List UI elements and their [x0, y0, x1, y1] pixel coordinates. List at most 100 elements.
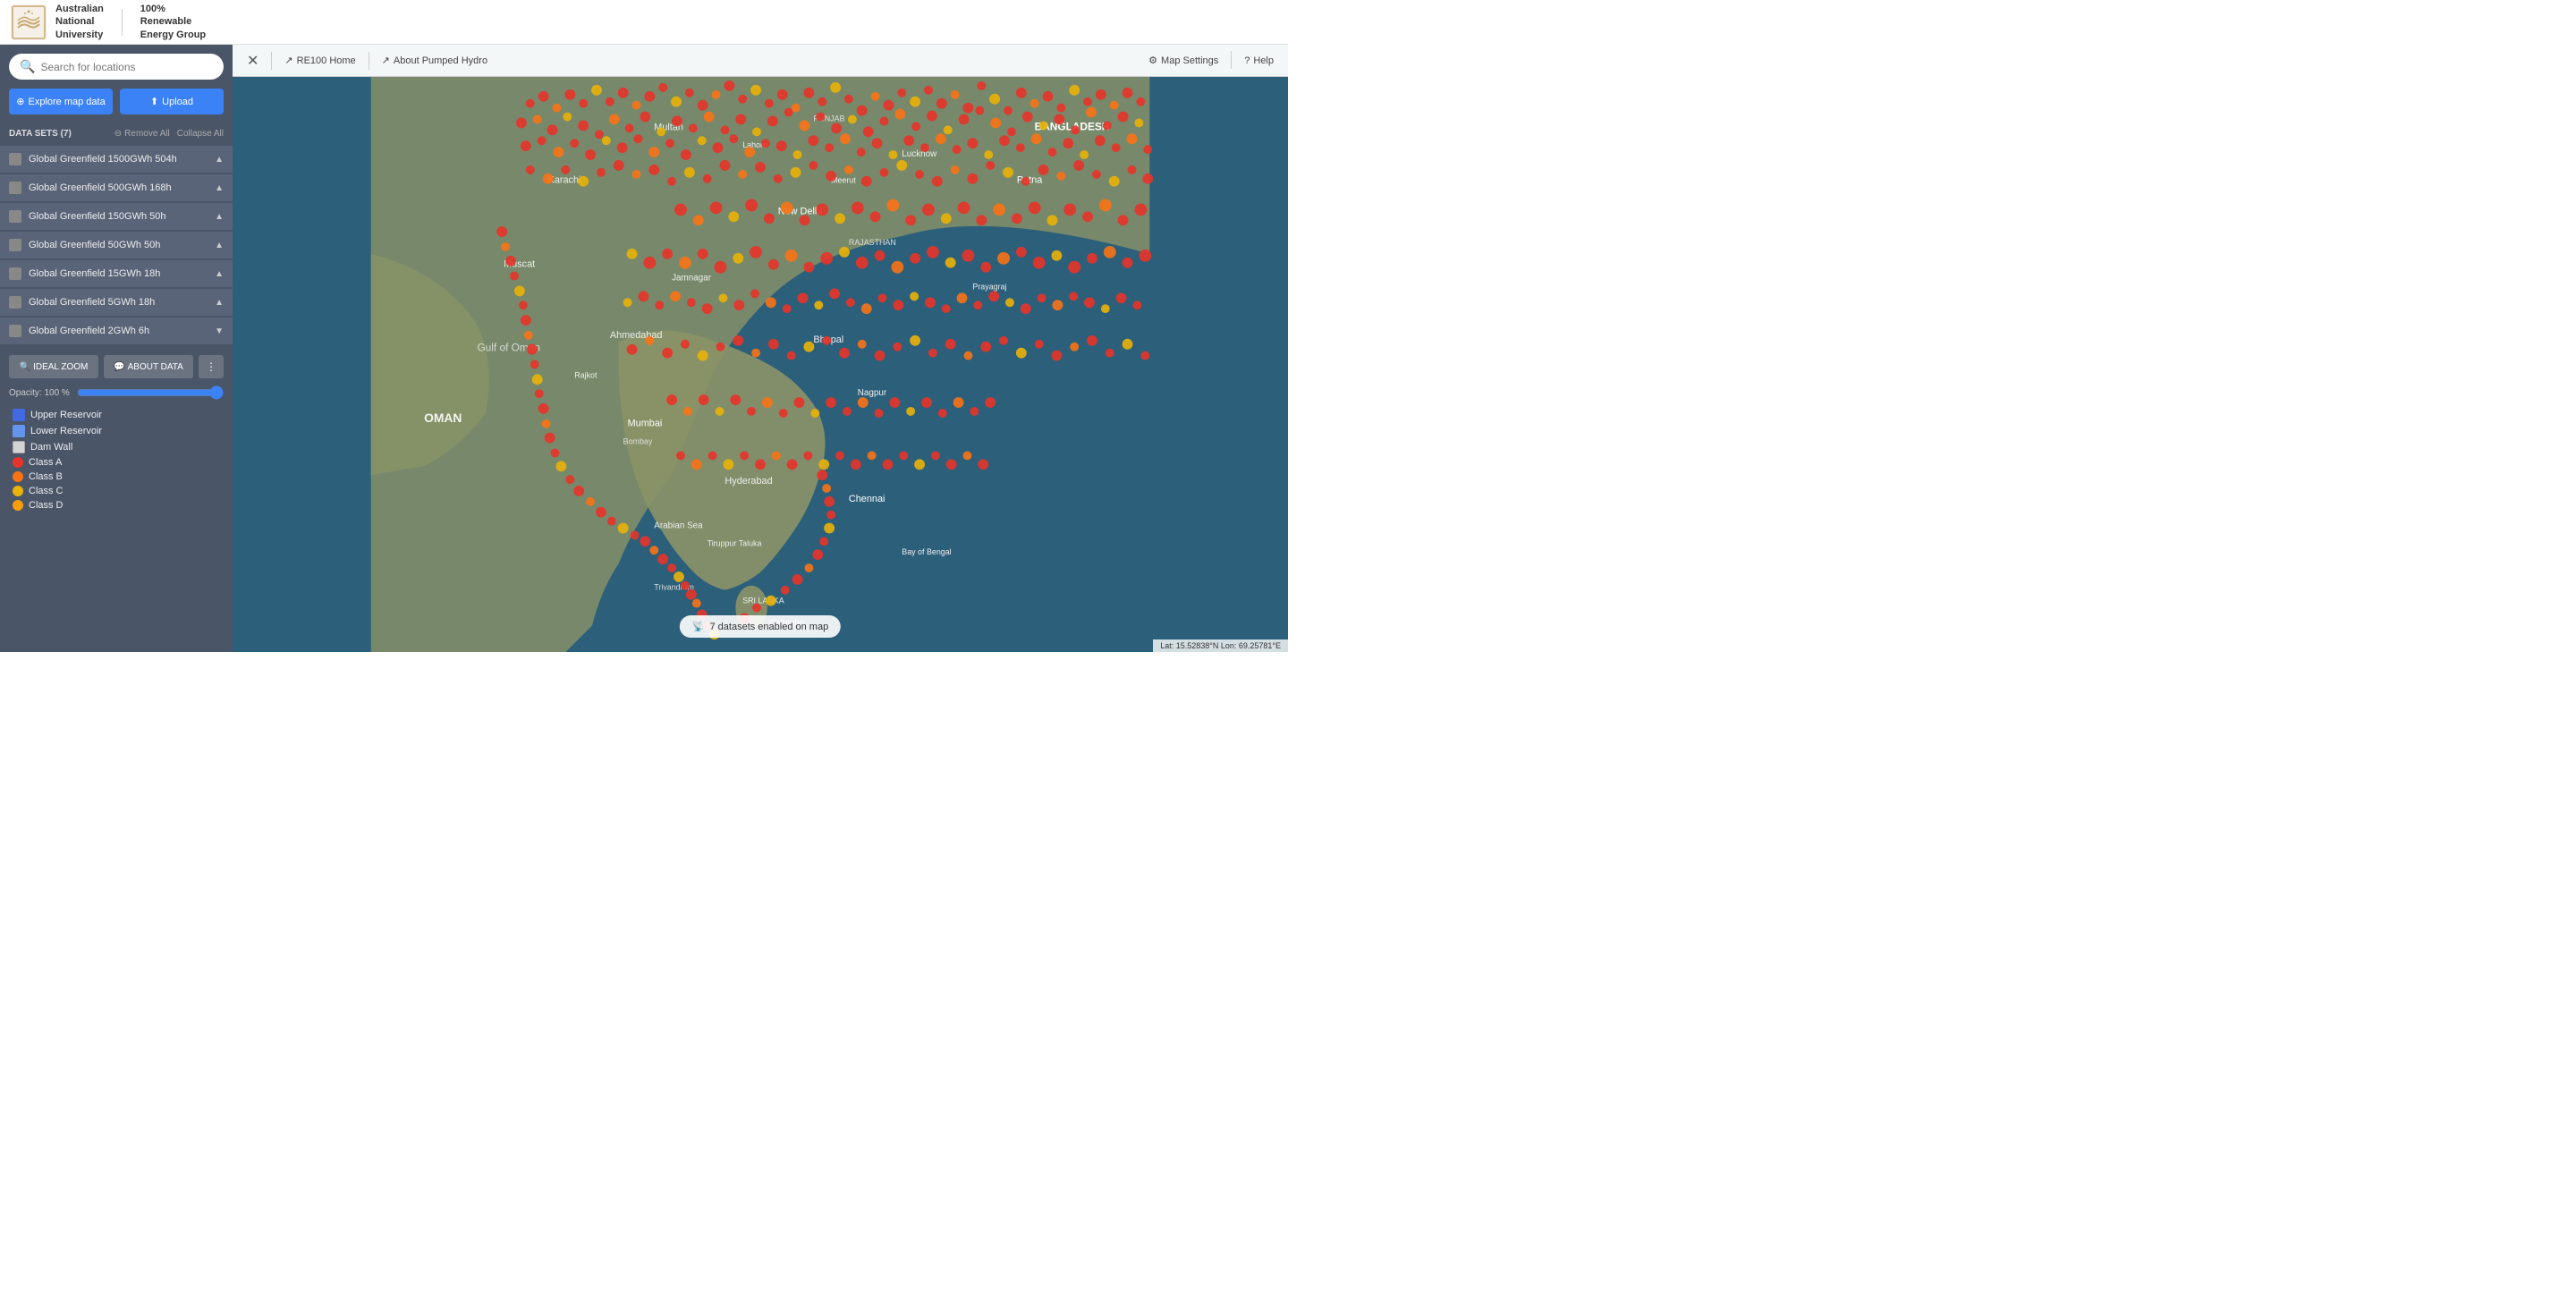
legend-class-a: Class A	[13, 457, 220, 468]
lower-reservoir-color	[13, 425, 25, 437]
dataset-item-3[interactable]: Global Greenfield 150GWh 50h ▲	[0, 203, 233, 230]
coords-text: Lat: 15.52838°N Lon: 69.25781°E	[1160, 641, 1281, 650]
map-visualization: Gulf of Oman OMAN Muscat Karachi Multan …	[233, 77, 1288, 652]
dataset-item-7[interactable]: Global Greenfield 2GWh 6h ▼	[0, 318, 233, 344]
class-a-color	[13, 457, 23, 468]
svg-text:Jamnagar: Jamnagar	[672, 274, 712, 284]
dataset-icon-1	[9, 153, 21, 165]
svg-text:Rajkot: Rajkot	[574, 370, 597, 379]
collapse-all-button[interactable]: Collapse All	[177, 129, 224, 139]
explore-label: Explore map data	[29, 97, 106, 107]
dataset-item-1[interactable]: Global Greenfield 1500GWh 504h ▲	[0, 146, 233, 173]
datasets-header: DATA SETS (7) ⊖ Remove All Collapse All	[0, 123, 233, 144]
re100-home-button[interactable]: ↗ RE100 Home	[279, 51, 360, 70]
class-c-label: Class C	[29, 486, 64, 496]
dataset-icon-5	[9, 267, 21, 280]
svg-text:Bay of Bengal: Bay of Bengal	[902, 547, 951, 556]
upload-button[interactable]: ⬆ Upload	[120, 89, 224, 114]
map-settings-label: Map Settings	[1161, 55, 1218, 66]
help-label: Help	[1253, 55, 1274, 66]
map-container[interactable]: ✕ ↗ RE100 Home ↗ About Pumped Hydro ⚙ Ma…	[233, 45, 1288, 652]
class-c-color	[13, 486, 23, 496]
explore-map-data-button[interactable]: ⊕ Explore map data	[9, 89, 113, 114]
opacity-slider[interactable]	[77, 385, 224, 400]
upper-reservoir-color	[13, 409, 25, 421]
dataset-item-5[interactable]: Global Greenfield 15GWh 18h ▲	[0, 260, 233, 287]
class-b-color	[13, 471, 23, 482]
datasets-actions: ⊖ Remove All Collapse All	[114, 129, 224, 139]
dataset-label-5: Global Greenfield 15GWh 18h	[29, 268, 160, 279]
dataset-badge-label: 7 datasets enabled on map	[709, 622, 828, 632]
search-box: 🔍	[9, 54, 224, 80]
dataset-item-2[interactable]: Global Greenfield 500GWh 168h ▲	[0, 174, 233, 201]
external-link-icon-2: ↗	[382, 55, 390, 66]
dataset-icon-4	[9, 239, 21, 251]
svg-text:SRI LANKA: SRI LANKA	[742, 597, 784, 605]
re100-home-label: RE100 Home	[297, 55, 356, 66]
anu-logo-icon	[11, 4, 47, 40]
search-input[interactable]	[40, 61, 213, 73]
svg-text:Hyderabad: Hyderabad	[724, 476, 772, 487]
header-divider	[122, 9, 123, 36]
map-close-button[interactable]: ✕	[242, 50, 264, 72]
legend-dam-wall: Dam Wall	[13, 441, 220, 453]
chevron-down-icon-7: ▼	[215, 326, 224, 336]
dataset-label-3: Global Greenfield 150GWh 50h	[29, 211, 165, 222]
chat-icon: 💬	[114, 362, 124, 372]
svg-text:Ahmedabad: Ahmedabad	[610, 330, 663, 341]
main-area: 🔍 ⊕ Explore map data ⬆ Upload DATA SETS …	[0, 45, 1288, 652]
ideal-zoom-button[interactable]: 🔍 IDEAL ZOOM	[9, 355, 98, 378]
chevron-up-icon-1: ▲	[215, 155, 224, 165]
dataset-icon-6	[9, 296, 21, 309]
datasets-count-label: DATA SETS (7)	[9, 129, 72, 139]
about-data-button[interactable]: 💬 ABOUT DATA	[104, 355, 193, 378]
svg-text:RAJASTHAN: RAJASTHAN	[849, 238, 896, 247]
dataset-item-6[interactable]: Global Greenfield 5GWh 18h ▲	[0, 289, 233, 316]
zoom-icon: 🔍	[20, 362, 30, 372]
dam-wall-color	[13, 441, 25, 453]
remove-all-label: Remove All	[124, 129, 170, 139]
legend-class-c: Class C	[13, 486, 220, 496]
logo-area: Australian National University 100% Rene…	[11, 3, 206, 41]
toolbar-divider-1	[271, 52, 272, 70]
svg-text:Nagpur: Nagpur	[858, 388, 887, 398]
remove-all-button[interactable]: ⊖ Remove All	[114, 129, 170, 139]
explore-plus-icon: ⊕	[16, 96, 24, 107]
legend-class-d: Class D	[13, 500, 220, 511]
map-settings-button[interactable]: ⚙ Map Settings	[1143, 51, 1224, 70]
more-icon: ⋮	[206, 360, 216, 373]
more-options-button[interactable]: ⋮	[199, 355, 224, 378]
dataset-item-4[interactable]: Global Greenfield 50GWh 50h ▲	[0, 232, 233, 258]
app-header: Australian National University 100% Rene…	[0, 0, 1288, 45]
remove-all-icon: ⊖	[114, 129, 122, 139]
coordinates-bar: Lat: 15.52838°N Lon: 69.25781°E	[1153, 639, 1288, 652]
chevron-up-icon-5: ▲	[215, 269, 224, 279]
upload-icon: ⬆	[150, 96, 158, 107]
legend-lower-reservoir: Lower Reservoir	[13, 425, 220, 437]
svg-text:Bombay: Bombay	[623, 437, 653, 446]
chevron-up-icon-2: ▲	[215, 183, 224, 193]
dataset-label-1: Global Greenfield 1500GWh 504h	[29, 154, 177, 165]
sidebar: 🔍 ⊕ Explore map data ⬆ Upload DATA SETS …	[0, 45, 233, 652]
class-a-label: Class A	[29, 457, 62, 468]
about-data-label: ABOUT DATA	[128, 362, 183, 372]
settings-icon: ⚙	[1148, 55, 1157, 66]
collapse-all-label: Collapse All	[177, 129, 224, 139]
uni-name-text: Australian National University	[55, 3, 104, 41]
legend: Upper Reservoir Lower Reservoir Dam Wall…	[9, 409, 224, 511]
upper-reservoir-label: Upper Reservoir	[30, 410, 102, 420]
about-pumped-hydro-button[interactable]: ↗ About Pumped Hydro	[377, 51, 493, 70]
external-link-icon-1: ↗	[284, 55, 292, 66]
toolbar-right: ⚙ Map Settings ? Help	[1143, 51, 1279, 70]
search-icon: 🔍	[20, 59, 35, 74]
dataset-icon-2	[9, 182, 21, 194]
svg-text:Mumbai: Mumbai	[628, 419, 663, 429]
opacity-row: Opacity: 100 %	[9, 385, 224, 400]
toolbar-divider-3	[1231, 51, 1232, 69]
dataset-label-2: Global Greenfield 500GWh 168h	[29, 182, 172, 193]
svg-text:OMAN: OMAN	[424, 411, 462, 425]
help-icon: ?	[1244, 55, 1250, 66]
help-button[interactable]: ? Help	[1239, 51, 1279, 70]
wifi-icon: 📡	[692, 621, 705, 632]
dataset-count-badge: 📡 7 datasets enabled on map	[680, 615, 841, 638]
